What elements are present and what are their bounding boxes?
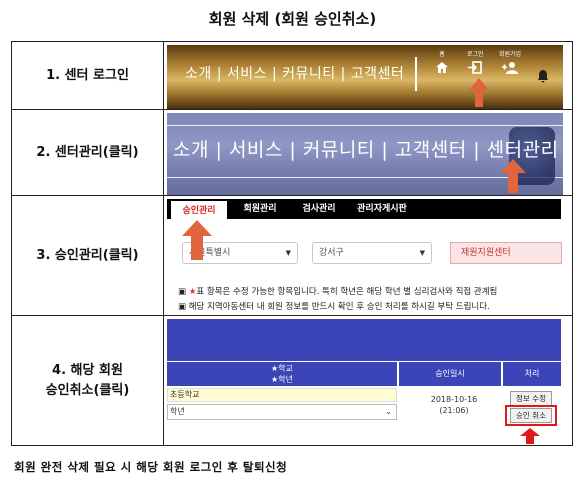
arrow-up-icon (469, 78, 489, 107)
tab-members[interactable]: 회원관리 (231, 199, 289, 219)
col-header-date: 승인일시 (399, 362, 501, 386)
nav-menu-admin[interactable]: 소개 | 서비스 | 커뮤니티 | 고객센터 | 센터관리 (173, 135, 559, 162)
note-editable-fields: ▣ ★표 항목은 수정 가능한 항목입니다. 특히 학년은 해당 학년 별 심리… (178, 285, 497, 297)
edit-info-button[interactable]: 정보 수정 (510, 391, 552, 406)
arrow-up-icon (500, 159, 526, 193)
step-3-screenshot: 승인관리 회원관리 검사관리 관리자게시판 서울특별시 ▼ 강서구 ▼ 제원지원… (163, 195, 573, 316)
step-4-line1: 4. 해당 회원 (52, 362, 123, 378)
note-bullet: ▣ (178, 287, 189, 297)
nav-line-top (167, 125, 563, 126)
note-text: 표 항목은 수정 가능한 항목입니다. 특히 학년은 해당 학년 별 심리검사와… (196, 287, 498, 297)
center-name-field: 제원지원센터 (450, 242, 562, 264)
tab-tests[interactable]: 검사관리 (291, 199, 347, 219)
cancel-approval-button[interactable]: 승인 취소 (510, 408, 552, 423)
col-header-school-line1: ★학교 (271, 364, 293, 373)
chevron-down-icon: ⌄ (385, 407, 392, 416)
bell-icon[interactable] (537, 69, 549, 83)
login-link[interactable]: 로그인 (467, 51, 484, 74)
col-header-school: ★학교 ★학년 (167, 362, 397, 386)
col-header-action: 처리 (503, 362, 561, 386)
footer-note: 회원 완전 삭제 필요 시 해당 회원 로그인 후 탈퇴신청 (14, 460, 288, 474)
home-label: 홈 (439, 51, 445, 58)
admin-tab-bar: 승인관리 회원관리 검사관리 관리자게시판 (167, 199, 561, 219)
arrow-up-icon (520, 428, 540, 444)
district-select-value: 강서구 (319, 248, 344, 258)
approval-time: (21:06) (439, 406, 469, 415)
grade-select[interactable]: 학년 ⌄ (167, 404, 397, 420)
login-icon (468, 61, 483, 74)
step-4-line2: 승인취소(클릭) (45, 382, 130, 398)
home-icon (436, 62, 448, 73)
chevron-down-icon: ▼ (285, 249, 291, 257)
nav-menu[interactable]: 소개 | 서비스 | 커뮤니티 | 고객센터 (185, 63, 404, 83)
home-link[interactable]: 홈 (435, 51, 449, 74)
tab-approval[interactable]: 승인관리 (171, 199, 227, 219)
step-1-screenshot: 소개 | 서비스 | 커뮤니티 | 고객센터 홈 로그인 회원가입 (163, 41, 573, 110)
school-field[interactable]: 초등학교 (167, 388, 397, 402)
step-2-screenshot: 소개 | 서비스 | 커뮤니티 | 고객센터 | 센터관리 (163, 109, 573, 196)
table-title-band (167, 319, 561, 361)
add-user-icon (502, 62, 519, 74)
step-2-label: 2. 센터관리(클릭) (11, 109, 164, 196)
step-3-label: 3. 승인관리(클릭) (11, 195, 164, 316)
step-4-screenshot: ★학교 ★학년 승인일시 처리 초등학교 학년 ⌄ 2018-10-16 (21… (163, 315, 573, 446)
col-header-school-line2: ★학년 (271, 375, 293, 384)
note-confirm: ▣ 해당 지역아동센터 내 회원 정보를 반드시 확인 후 승인 처리를 하시길… (178, 302, 490, 312)
step-1-label: 1. 센터 로그인 (11, 41, 164, 110)
approval-date: 2018-10-16 (430, 395, 478, 404)
guide-table: 1. 센터 로그인 소개 | 서비스 | 커뮤니티 | 고객센터 홈 로그인 회… (11, 41, 573, 446)
top-nav-blue: 소개 | 서비스 | 커뮤니티 | 고객센터 | 센터관리 (167, 113, 563, 195)
tab-admin-board[interactable]: 관리자게시판 (349, 199, 415, 219)
top-nav-gold: 소개 | 서비스 | 커뮤니티 | 고객센터 홈 로그인 회원가입 (167, 45, 563, 109)
join-link[interactable]: 회원가입 (499, 51, 521, 74)
join-label: 회원가입 (499, 51, 522, 58)
page-title: 회원 삭제 (회원 승인취소) (208, 10, 377, 28)
login-label: 로그인 (467, 51, 484, 58)
grade-select-value: 학년 (170, 407, 185, 416)
step-4-label: 4. 해당 회원 승인취소(클릭) (11, 315, 164, 446)
nav-divider (415, 57, 417, 91)
arrow-up-icon (182, 220, 212, 260)
chevron-down-icon: ▼ (419, 249, 425, 257)
district-select[interactable]: 강서구 ▼ (312, 242, 432, 264)
